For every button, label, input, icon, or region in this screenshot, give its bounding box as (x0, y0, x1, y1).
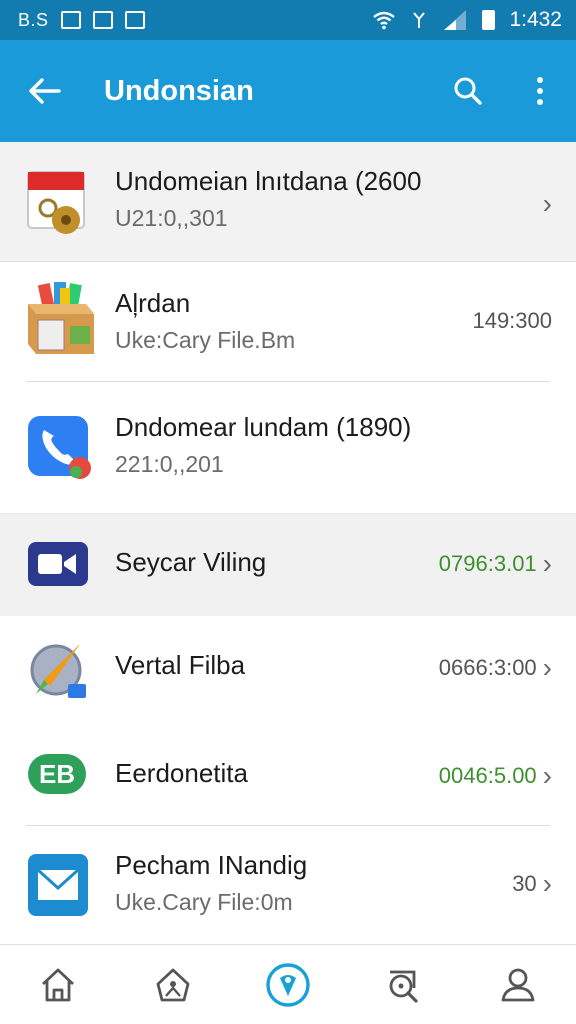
battery-icon (482, 10, 496, 30)
bag-notification-icon (124, 11, 145, 29)
list-item[interactable]: Vertal Filba 0666:3:00 › (0, 616, 576, 722)
list-item[interactable]: Seycar Viling 0796:3.01 › (0, 514, 576, 616)
more-options-button[interactable] (504, 40, 576, 142)
nav-search[interactable] (346, 945, 461, 1024)
page-title: Undonsian (104, 74, 254, 107)
list-item-meta: 30 › (512, 870, 552, 898)
nav-profile[interactable] (461, 945, 576, 1024)
list-item-subtitle: U21:0,,301 (115, 205, 228, 231)
list-item-title: Dndomear lundam (1890) (115, 412, 412, 442)
list-item-value: 0666:3:00 (438, 655, 537, 680)
chevron-right-icon: › (542, 548, 552, 579)
phone-call-icon (26, 414, 94, 487)
back-arrow-icon (29, 78, 61, 104)
card-notification-icon (92, 11, 113, 29)
location-pin-icon (266, 962, 310, 1007)
app-bar: Undonsian (0, 40, 576, 142)
more-vertical-icon (537, 77, 543, 105)
carrier-label: B.S (18, 9, 49, 30)
list-item-title: Vertal Filba (115, 650, 246, 680)
signal-icon (444, 10, 467, 30)
calendar-document-icon (26, 170, 92, 241)
list-item-meta: › (543, 190, 552, 218)
list-item[interactable]: Pecham INandig Uke.Cary File:0m 30 › (0, 826, 576, 942)
list-item[interactable]: Aļrdan Uke:Cary File.Bm 149:300 (0, 262, 576, 382)
chevron-right-icon: › (542, 760, 552, 791)
list-item-text: Dndomear lundam (1890) 221:0,,201 (115, 412, 411, 478)
list-item-meta: 0046:5.00 › (439, 762, 552, 790)
eb-badge-icon: EB (26, 750, 90, 803)
compass-browser-icon (26, 640, 90, 709)
nav-home[interactable] (0, 945, 115, 1024)
chevron-right-icon: › (542, 188, 552, 219)
list-item-title: Pecham INandig (115, 850, 308, 880)
list-item-meta: 0666:3:00 › (439, 654, 552, 682)
vibrate-icon (413, 12, 426, 28)
status-bar: B.S 1:432 (0, 0, 576, 40)
home-icon (41, 968, 74, 1001)
photo-notification-icon (60, 11, 81, 29)
chevron-right-icon: › (542, 652, 552, 683)
profile-icon (502, 968, 535, 1001)
list-item-value: 0796:3.01 (438, 551, 537, 576)
list-item[interactable]: EB Eerdonetita 0046:5.00 › (0, 722, 576, 826)
search-doc-icon (389, 970, 418, 1003)
list-item-text: Pecham INandig Uke.Cary File:0m (115, 850, 307, 916)
list-item-subtitle: 221:0,,201 (115, 451, 224, 477)
nav-location[interactable] (230, 945, 345, 1024)
tag-icon (156, 968, 190, 1001)
search-button[interactable] (432, 40, 504, 142)
status-left: B.S (18, 10, 372, 31)
list-item-title: Seycar Viling (115, 547, 267, 577)
list-item-text: Eerdonetita (115, 758, 248, 789)
list-item-title: Undomeian lnıtdana (2600 (115, 166, 422, 196)
list-item-value: 149:300 (472, 308, 552, 333)
list-item-value: 0046:5.00 (438, 763, 537, 788)
clock: 1:432 (509, 8, 562, 31)
nav-tags[interactable] (115, 945, 230, 1024)
list-item[interactable]: Dndomear lundam (1890) 221:0,,201 (0, 382, 576, 514)
mail-envelope-icon (26, 852, 90, 923)
list-item-meta: 149:300 (472, 308, 552, 334)
bottom-nav (0, 944, 576, 1024)
list-item-subtitle: Uke:Cary File.Bm (115, 327, 296, 353)
chevron-right-icon: › (542, 868, 552, 899)
file-list: Undomeian lnıtdana (2600 U21:0,,301 › Aļ… (0, 142, 576, 942)
list-item[interactable]: Undomeian lnıtdana (2600 U21:0,,301 › (0, 142, 576, 262)
package-box-icon (26, 280, 96, 365)
list-item-text: Undomeian lnıtdana (2600 U21:0,,301 (115, 166, 421, 232)
eb-badge-text: EB (39, 759, 75, 789)
list-item-meta: 0796:3.01 › (439, 550, 552, 578)
list-item-value: 30 (512, 871, 537, 896)
list-item-subtitle: Uke.Cary File:0m (115, 889, 293, 915)
list-item-text: Vertal Filba (115, 650, 245, 681)
list-item-text: Seycar Viling (115, 547, 266, 578)
video-camera-icon (26, 538, 92, 597)
back-button[interactable] (0, 40, 90, 142)
list-item-title: Aļrdan (115, 288, 191, 318)
list-item-title: Eerdonetita (115, 758, 248, 788)
list-item-text: Aļrdan Uke:Cary File.Bm (115, 288, 295, 354)
status-right: 1:432 (372, 8, 562, 32)
search-icon (454, 77, 482, 105)
wifi-icon (373, 11, 396, 30)
